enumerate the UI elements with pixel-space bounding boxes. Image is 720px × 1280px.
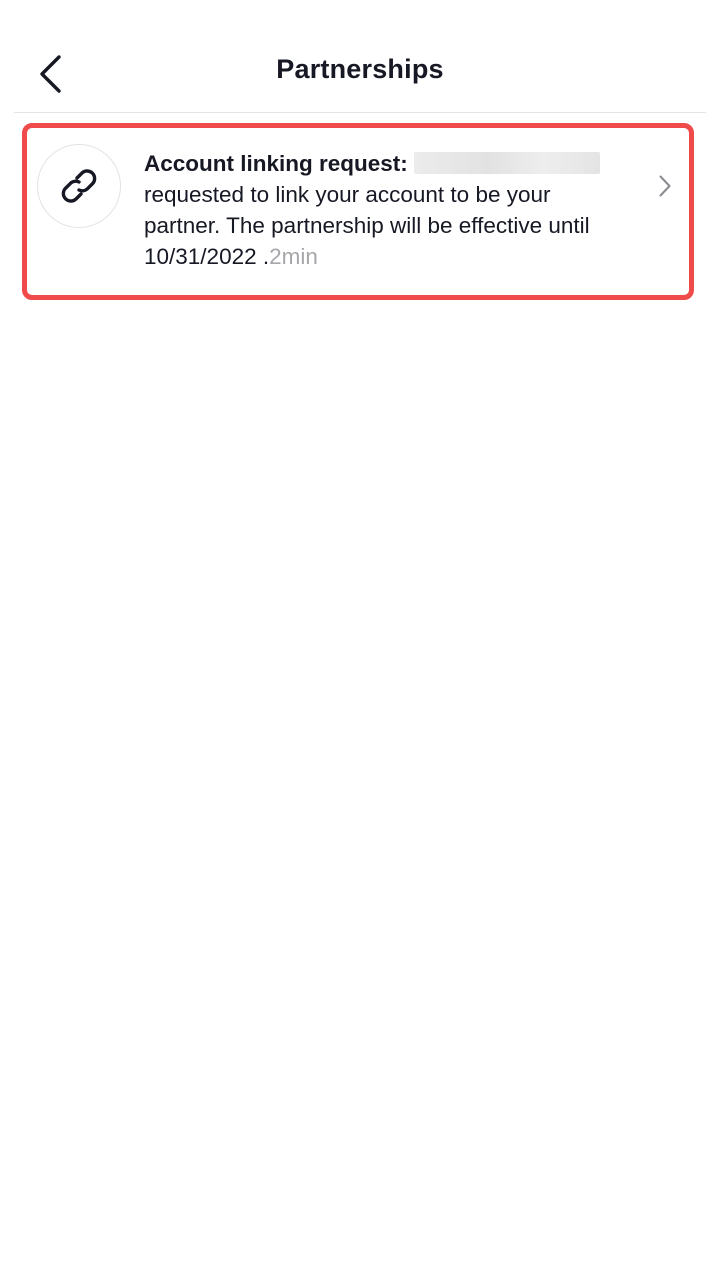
notification-time: 2min: [269, 244, 318, 269]
link-icon: [61, 169, 97, 203]
link-icon-avatar: [37, 144, 121, 228]
redacted-username: [413, 152, 600, 174]
notification-text: Account linking request: requested to li…: [144, 148, 624, 272]
header-divider: [14, 112, 706, 113]
notification-title: Account linking request:: [144, 151, 408, 176]
account-linking-request-item[interactable]: Account linking request: requested to li…: [22, 123, 694, 300]
notification-message: requested to link your account to be you…: [144, 182, 590, 269]
partnerships-screen: Partnerships Account linking request: re…: [0, 0, 720, 1280]
chevron-right-icon: [655, 172, 675, 200]
header: Partnerships: [0, 0, 720, 114]
page-title: Partnerships: [276, 54, 444, 84]
